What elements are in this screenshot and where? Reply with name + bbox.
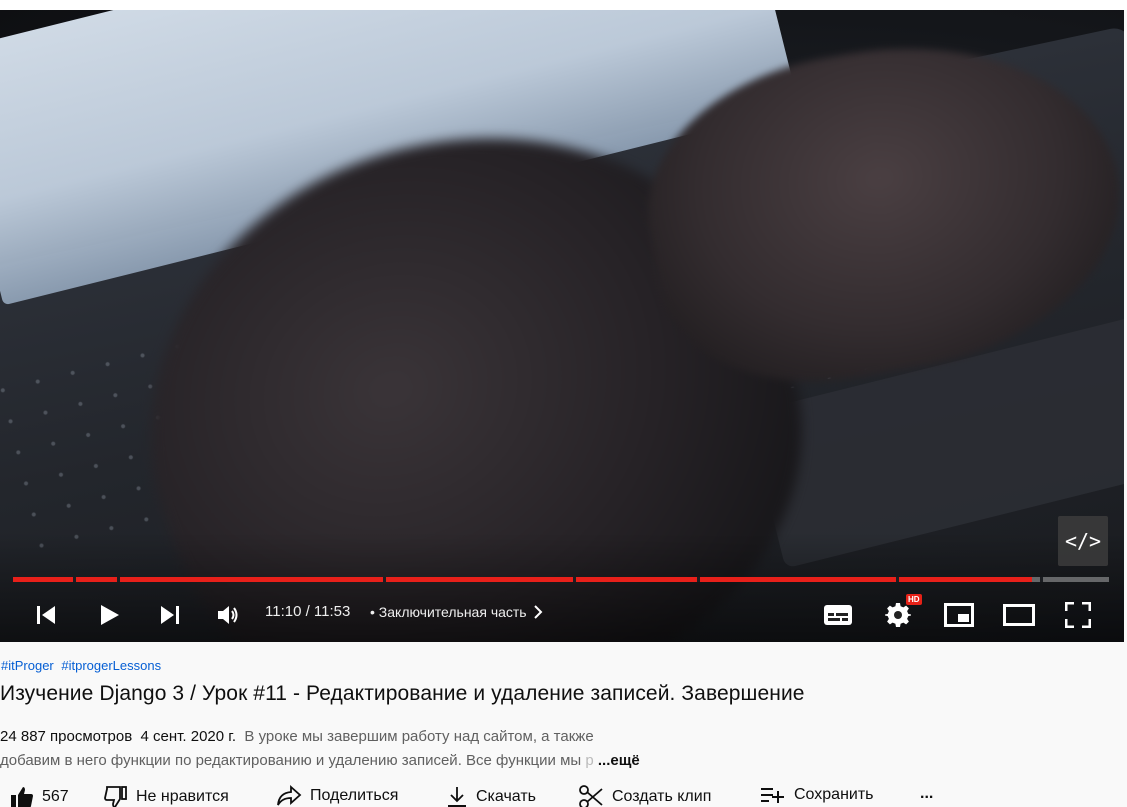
miniplayer-icon [944,603,974,627]
gear-icon [885,603,911,627]
video-frame[interactable] [0,10,1124,642]
hashtag-link[interactable]: #itprogerLessons [61,658,161,673]
hd-badge: HD [906,594,922,605]
time-display: 11:10 / 11:53 [265,603,351,620]
previous-icon [37,606,55,624]
share-label: Поделиться [310,787,399,804]
hashtags: #itProger #itprogerLessons [1,658,165,673]
add-to-playlist-icon [761,788,784,803]
thumbs-down-icon [104,786,127,807]
hashtag-link[interactable]: #itProger [1,658,54,673]
like-button[interactable]: 567 [10,785,69,807]
create-clip-button[interactable]: Создать клип [578,785,711,807]
dislike-button[interactable]: Не нравится [104,785,229,807]
description-line-2: добавим в него функции по редактированию… [0,752,586,769]
theater-mode-button[interactable] [1000,590,1038,640]
theater-mode-icon [1003,604,1035,626]
embed-code-icon: </> [1064,529,1102,553]
download-icon [448,787,466,807]
download-button[interactable]: Скачать [446,785,536,807]
player-controls: 11:10 / 11:53 • Заключительная часть HD [0,590,1124,640]
show-more-button[interactable]: ...ещё [598,752,640,769]
play-icon [101,605,119,625]
save-button[interactable]: Сохранить [760,785,874,805]
description-box[interactable]: 24 887 просмотров 4 сент. 2020 г. В урок… [0,725,760,773]
chapter-divider [896,577,899,582]
subtitles-icon [824,605,852,625]
subtitles-button[interactable] [820,590,856,640]
progress-bar[interactable] [13,577,1109,582]
create-clip-label: Создать клип [612,788,712,805]
chapter-divider [73,577,76,582]
description-line-1: В уроке мы завершим работу над сайтом, а… [244,728,594,745]
description-fade: р [585,752,594,769]
share-icon [277,785,302,806]
video-player[interactable]: </> 11:10 / 11:53 • Заключительная часть… [0,10,1124,642]
chapter-divider [697,577,700,582]
page: </> 11:10 / 11:53 • Заключительная часть… [0,0,1127,807]
chapter-divider [117,577,120,582]
video-info: #itProger #itprogerLessons Изучение Djan… [0,642,1127,807]
play-button[interactable] [92,590,126,640]
view-count: 24 887 просмотров [0,728,133,745]
chapter-title-button[interactable]: • Заключительная часть [370,604,543,620]
chapter-divider [1040,577,1043,582]
scissors-icon [579,785,603,807]
action-bar: 567 Не нравится Поделиться Скачать Созда… [0,785,1127,807]
more-actions-icon: ... [920,785,934,802]
share-button[interactable]: Поделиться [276,785,398,807]
chapter-title: • Заключительная часть [370,604,527,620]
next-button[interactable] [154,590,186,640]
embed-code-button[interactable]: </> [1058,516,1108,566]
top-strip [0,0,1127,10]
miniplayer-button[interactable] [940,590,978,640]
thumbs-up-icon [11,787,33,807]
download-label: Скачать [476,788,536,805]
next-icon [161,606,179,624]
save-label: Сохранить [794,786,874,803]
dislike-label: Не нравится [136,788,229,805]
chevron-right-icon [533,605,543,619]
previous-button[interactable] [30,590,62,640]
more-actions-button[interactable]: ... [920,785,933,803]
chapter-divider [573,577,576,582]
like-count: 567 [42,788,69,805]
upload-date: 4 сент. 2020 г. [140,728,237,745]
fullscreen-button[interactable] [1060,590,1096,640]
fullscreen-icon [1065,602,1091,628]
volume-icon [218,606,238,624]
chapter-divider [383,577,386,582]
video-title: Изучение Django 3 / Урок #11 - Редактиро… [0,682,805,705]
progress-played [13,577,1033,582]
volume-button[interactable] [212,590,244,640]
